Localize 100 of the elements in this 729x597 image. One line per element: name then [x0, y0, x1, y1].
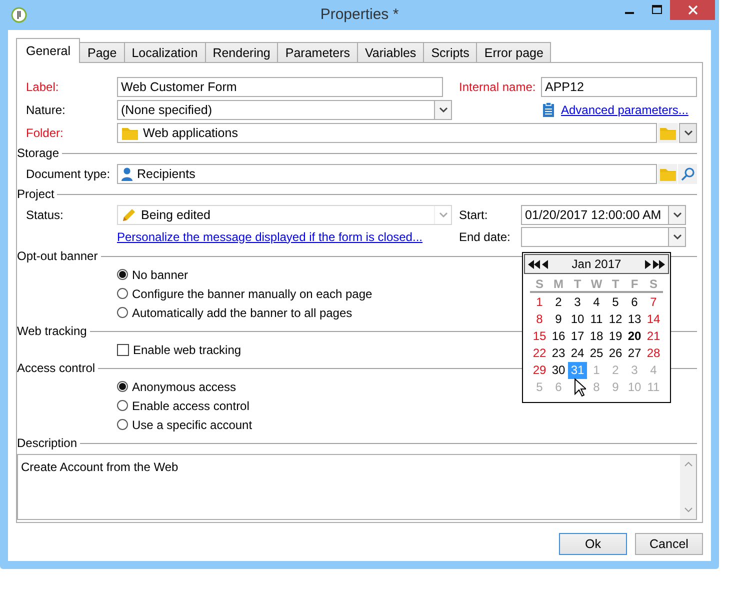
dialog-button[interactable]: Ok	[559, 533, 627, 555]
weekday-label: T	[606, 277, 625, 293]
calendar-day[interactable]: 13	[625, 311, 644, 328]
tab[interactable]: Parameters	[277, 42, 358, 62]
scroll-up-icon	[684, 461, 692, 467]
calendar-day[interactable]: 19	[606, 328, 625, 345]
maximize-icon	[652, 5, 662, 15]
date-value: 01/20/2017 12:00:00 AM	[525, 208, 662, 222]
caret-icon	[438, 212, 448, 218]
search-button[interactable]	[678, 164, 697, 184]
radio-button[interactable]: Anonymous access	[117, 377, 236, 396]
weekday-label: F	[625, 277, 644, 293]
field-label: Internal name:	[459, 80, 537, 94]
calendar-day[interactable]: 23	[549, 345, 568, 362]
calendar-month: Jan 2017	[570, 257, 622, 271]
calendar-day[interactable]: 25	[587, 345, 606, 362]
calendar-day[interactable]: 21	[644, 328, 663, 345]
description-text: Create Account from the Web	[21, 460, 180, 474]
folder-value: Web applications	[143, 126, 239, 140]
description-field[interactable]: Create Account from the Web	[17, 454, 697, 520]
tab[interactable]: Page	[79, 42, 125, 62]
section-heading: Project	[17, 187, 56, 201]
previous-month-icon	[542, 260, 548, 268]
calendar-day[interactable]: 26	[606, 345, 625, 362]
weekday-label: T	[568, 277, 587, 293]
calendar-day[interactable]: 6	[625, 294, 644, 311]
calendar-day[interactable]: 2	[549, 294, 568, 311]
tab[interactable]: General	[16, 38, 80, 63]
dropdown-button[interactable]	[679, 122, 697, 142]
calendar-day[interactable]: 14	[644, 311, 663, 328]
calendar-day[interactable]: 18	[587, 328, 606, 345]
calendar-day[interactable]: 29	[530, 362, 549, 379]
calendar-day[interactable]: 10	[568, 311, 587, 328]
calendar-day[interactable]: 3	[568, 294, 587, 311]
clipboard-icon	[542, 102, 555, 117]
field-label: Document type:	[26, 166, 112, 180]
field-label: Start:	[459, 208, 489, 222]
calendar-day[interactable]: 7	[644, 294, 663, 311]
calendar-day[interactable]: 4	[587, 294, 606, 311]
calendar-day[interactable]: 30	[549, 362, 568, 379]
calendar-day[interactable]: 16	[549, 328, 568, 345]
window-title: Properties *	[319, 6, 400, 23]
calendar-day[interactable]: 12	[606, 311, 625, 328]
caret-icon	[672, 234, 682, 240]
text-field[interactable]: APP12	[541, 76, 697, 96]
previous-year-icon	[528, 260, 540, 268]
scrollbar[interactable]	[680, 455, 696, 519]
radio-button[interactable]: No banner	[117, 265, 188, 284]
advanced-parameters-link[interactable]: Advanced parameters...	[561, 102, 688, 116]
radio-button[interactable]: Use a specific account	[117, 415, 252, 434]
calendar-day[interactable]: 5	[606, 294, 625, 311]
radio-button[interactable]: Enable access control	[117, 396, 250, 415]
personalize-link[interactable]: Personalize the message displayed if the form is closed...	[117, 230, 452, 244]
section-heading: Access control	[17, 361, 96, 375]
field-label: Folder:	[26, 126, 64, 140]
calendar-day[interactable]: 1	[530, 294, 549, 311]
date-field[interactable]: 01/20/2017 12:00:00 AM	[521, 204, 686, 224]
calendar-day[interactable]: 20	[625, 328, 644, 345]
app-icon	[11, 7, 27, 23]
field-label: End date:	[459, 230, 512, 244]
radio-button[interactable]: Automatically add the banner to all pages	[117, 303, 352, 322]
calendar-day[interactable]: 15	[530, 328, 549, 345]
caret-icon	[684, 130, 692, 136]
text-field[interactable]: Web Customer Form	[117, 76, 443, 96]
dialog-button[interactable]: Cancel	[635, 533, 703, 555]
document-type-value: Recipients	[137, 166, 196, 180]
calendar-day[interactable]: 27	[625, 345, 644, 362]
document-type-field[interactable]: Recipients	[117, 164, 657, 184]
close-button[interactable]	[670, 0, 715, 20]
mouse-pointer-icon	[574, 378, 586, 397]
date-field[interactable]	[521, 226, 686, 246]
calendar-day[interactable]: 22	[530, 345, 549, 362]
weekday-label: S	[530, 277, 549, 293]
folder-field[interactable]: Web applications	[117, 122, 657, 142]
radio-button[interactable]: Configure the banner manually on each page	[117, 284, 372, 303]
calendar-day[interactable]: 28	[644, 345, 663, 362]
calendar-day[interactable]: 17	[568, 328, 587, 345]
tab[interactable]: Error page	[476, 42, 552, 62]
field-label: Label:	[26, 80, 60, 94]
weekday-label: M	[549, 277, 568, 293]
tab[interactable]: Scripts	[423, 42, 478, 62]
status-value: Being edited	[141, 208, 212, 222]
minimize-icon	[625, 12, 634, 14]
pencil-icon	[121, 206, 137, 222]
tab[interactable]: Variables	[357, 42, 424, 62]
search-icon	[680, 166, 694, 180]
calendar-day[interactable]: 9	[549, 311, 568, 328]
calendar-day[interactable]: 11	[587, 311, 606, 328]
calendar-day[interactable]: 24	[568, 345, 587, 362]
dropdown-value: (None specified)	[121, 102, 214, 116]
caret-icon	[672, 212, 682, 218]
person-icon	[121, 166, 133, 180]
tab[interactable]: Rendering	[204, 42, 278, 62]
checkbox[interactable]: Enable web tracking	[117, 340, 242, 359]
scroll-down-icon	[684, 507, 692, 513]
dropdown[interactable]: (None specified)	[117, 100, 452, 120]
tab[interactable]: Localization	[124, 42, 206, 62]
weekday-label: W	[587, 277, 606, 293]
section-heading: Web tracking	[17, 324, 88, 338]
calendar-day[interactable]: 8	[530, 311, 549, 328]
